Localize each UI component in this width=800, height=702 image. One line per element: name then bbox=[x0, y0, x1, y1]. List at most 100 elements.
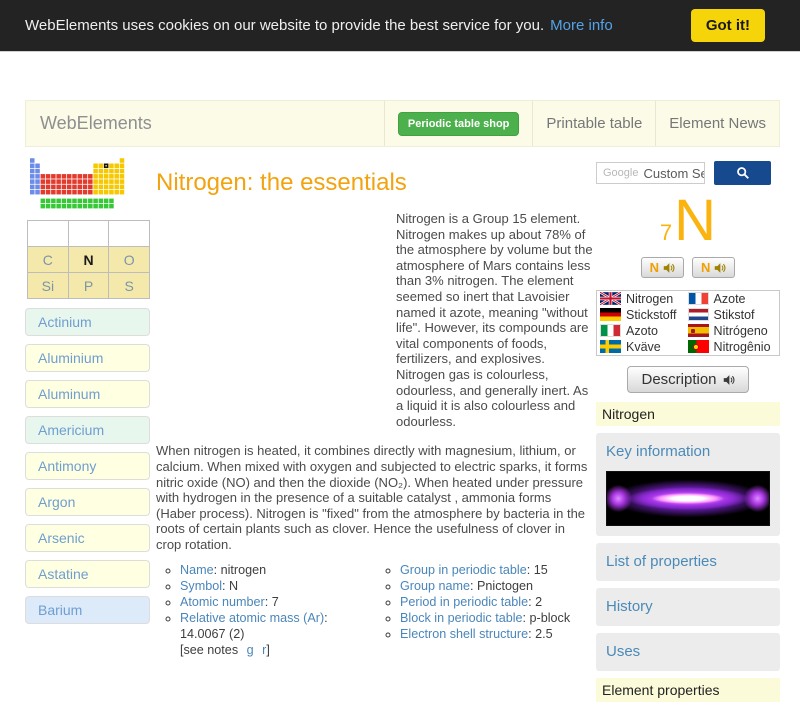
left-sidebar: C N O Si P S Actinium Aluminium Aluminum… bbox=[25, 155, 150, 702]
second-paragraph: When nitrogen is heated, it combines dir… bbox=[156, 443, 588, 552]
element-list: Actinium Aluminium Aluminum Americium An… bbox=[25, 308, 150, 624]
search-button[interactable] bbox=[714, 161, 771, 185]
fact-name-link[interactable]: Name bbox=[180, 563, 214, 577]
element-link-americium[interactable]: Americium bbox=[25, 416, 150, 444]
cookie-accept-button[interactable]: Got it! bbox=[690, 9, 765, 42]
main-content: Nitrogen: the essentials Nitrogen is a G… bbox=[156, 155, 593, 702]
search-row: Google Custom Se bbox=[596, 161, 780, 185]
nav-cell-printable: Printable table bbox=[532, 101, 655, 146]
right-sidebar: Google Custom Se 7 N N N Nitrogen Azote … bbox=[596, 155, 780, 702]
mini-periodic-table-icon bbox=[30, 158, 125, 209]
flag-spain-icon bbox=[687, 324, 709, 338]
pronounce-button-2[interactable]: N bbox=[692, 257, 736, 279]
search-icon bbox=[736, 166, 750, 180]
element-link-actinium[interactable]: Actinium bbox=[25, 308, 150, 336]
fact-name: Name: nitrogen bbox=[180, 562, 376, 578]
language-name: Azoto bbox=[626, 324, 658, 339]
element-link-barium[interactable]: Barium bbox=[25, 596, 150, 624]
element-link-aluminium[interactable]: Aluminium bbox=[25, 344, 150, 372]
fact-block-link[interactable]: Block in periodic table bbox=[400, 611, 523, 625]
neighbor-cell-N-current[interactable]: N bbox=[67, 246, 110, 273]
neighbor-cell-Si[interactable]: Si bbox=[27, 272, 69, 299]
fact-separator: : bbox=[522, 611, 530, 626]
element-link-astatine[interactable]: Astatine bbox=[25, 560, 150, 588]
nav-element-news[interactable]: Element News bbox=[669, 115, 766, 132]
element-symbol: N bbox=[674, 188, 717, 253]
fact-group-link[interactable]: Group in periodic table bbox=[400, 563, 527, 577]
flag-sweden-icon bbox=[600, 340, 621, 354]
flag-germany-icon bbox=[600, 308, 621, 322]
fact-block: Block in periodic table: p-block bbox=[400, 610, 570, 626]
pronunciation-buttons: N N bbox=[596, 257, 780, 279]
neighbor-cell bbox=[108, 220, 150, 247]
notes-prefix: [see notes bbox=[180, 643, 239, 658]
list-of-properties-panel: List of properties bbox=[596, 543, 780, 582]
section-header-nitrogen: Nitrogen bbox=[596, 402, 780, 427]
google-watermark: Google bbox=[603, 167, 639, 179]
fact-atomic-number-link[interactable]: Atomic number bbox=[180, 595, 265, 609]
fact-separator: : bbox=[213, 563, 221, 578]
language-name: Nitrogen bbox=[626, 292, 674, 307]
facts-list-left: Name: nitrogen Symbol: N Atomic number: … bbox=[156, 562, 376, 658]
fact-period-link[interactable]: Period in periodic table bbox=[400, 595, 528, 609]
page: WebElements Periodic table shop Printabl… bbox=[0, 52, 800, 702]
pronounce-symbol: N bbox=[649, 260, 659, 276]
neighbor-elements-table: C N O Si P S bbox=[27, 220, 150, 299]
note-g-link[interactable]: g bbox=[247, 643, 254, 657]
periodic-table-shop-button[interactable]: Periodic table shop bbox=[397, 111, 520, 136]
fact-separator: : bbox=[470, 579, 478, 594]
nav-cell-news: Element News bbox=[655, 101, 779, 146]
fact-shell-link[interactable]: Electron shell structure bbox=[400, 627, 528, 641]
fact-separator: : bbox=[528, 627, 536, 642]
flag-netherlands-icon bbox=[687, 308, 709, 322]
description-audio-button[interactable]: Description bbox=[627, 366, 749, 394]
fact-separator: : bbox=[324, 611, 328, 626]
element-link-antimony[interactable]: Antimony bbox=[25, 452, 150, 480]
neighbor-cell-O[interactable]: O bbox=[108, 246, 150, 273]
neighbor-cell-P[interactable]: P bbox=[67, 272, 110, 299]
flag-italy-icon bbox=[600, 324, 621, 338]
fact-symbol-link[interactable]: Symbol bbox=[180, 579, 222, 593]
fact-group-name: Group name: Pnictogen bbox=[400, 578, 570, 594]
flag-france-icon bbox=[687, 292, 709, 306]
list-of-properties-link[interactable]: List of properties bbox=[606, 553, 717, 570]
nav-printable-table[interactable]: Printable table bbox=[546, 115, 642, 132]
fact-atomic-mass: Relative atomic mass (Ar): 14.0067 (2) [… bbox=[180, 610, 376, 658]
nitrogen-plasma-image bbox=[606, 471, 770, 527]
element-link-argon[interactable]: Argon bbox=[25, 488, 150, 516]
fact-atomic-mass-link[interactable]: Relative atomic mass (Ar) bbox=[180, 611, 324, 625]
fact-separator: : bbox=[526, 563, 534, 578]
language-name: Nitrógeno bbox=[713, 324, 768, 339]
neighbor-cell-S[interactable]: S bbox=[108, 272, 150, 299]
history-panel: History bbox=[596, 588, 780, 627]
section-header-element-properties: Element properties bbox=[596, 678, 780, 702]
speaker-icon bbox=[723, 374, 735, 386]
history-link[interactable]: History bbox=[606, 598, 653, 615]
element-link-aluminum[interactable]: Aluminum bbox=[25, 380, 150, 408]
language-name: Azote bbox=[713, 292, 746, 307]
fact-group-name-link[interactable]: Group name bbox=[400, 579, 470, 593]
uses-link[interactable]: Uses bbox=[606, 643, 640, 660]
search-input[interactable]: Google Custom Se bbox=[596, 162, 705, 184]
cookie-more-info-link[interactable]: More info bbox=[550, 17, 613, 34]
facts-list-right: Group in periodic table: 15 Group name: … bbox=[376, 562, 570, 658]
key-information-link[interactable]: Key information bbox=[606, 443, 710, 460]
pronounce-symbol: N bbox=[701, 260, 711, 276]
neighbor-cell-C[interactable]: C bbox=[27, 246, 69, 273]
pronounce-button-1[interactable]: N bbox=[640, 257, 684, 279]
intro-paragraph: Nitrogen is a Group 15 element. Nitrogen… bbox=[396, 211, 593, 429]
element-symbol-display: 7 N bbox=[596, 188, 780, 253]
cookie-banner: WebElements uses cookies on our website … bbox=[0, 0, 800, 52]
page-title: Nitrogen: the essentials bbox=[156, 169, 407, 196]
fact-shell: Electron shell structure: 2.5 bbox=[400, 626, 570, 642]
content: C N O Si P S Actinium Aluminium Aluminum… bbox=[25, 155, 780, 702]
mini-periodic-table[interactable] bbox=[25, 155, 150, 214]
fact-separator: : bbox=[222, 579, 229, 594]
fact-block-value: p-block bbox=[529, 611, 571, 626]
element-link-arsenic[interactable]: Arsenic bbox=[25, 524, 150, 552]
fact-symbol: Symbol: N bbox=[180, 578, 376, 594]
brand-logo[interactable]: WebElements bbox=[26, 101, 384, 146]
description-label: Description bbox=[641, 371, 717, 389]
fact-separator: : bbox=[264, 595, 272, 610]
cookie-message: WebElements uses cookies on our website … bbox=[25, 17, 545, 34]
